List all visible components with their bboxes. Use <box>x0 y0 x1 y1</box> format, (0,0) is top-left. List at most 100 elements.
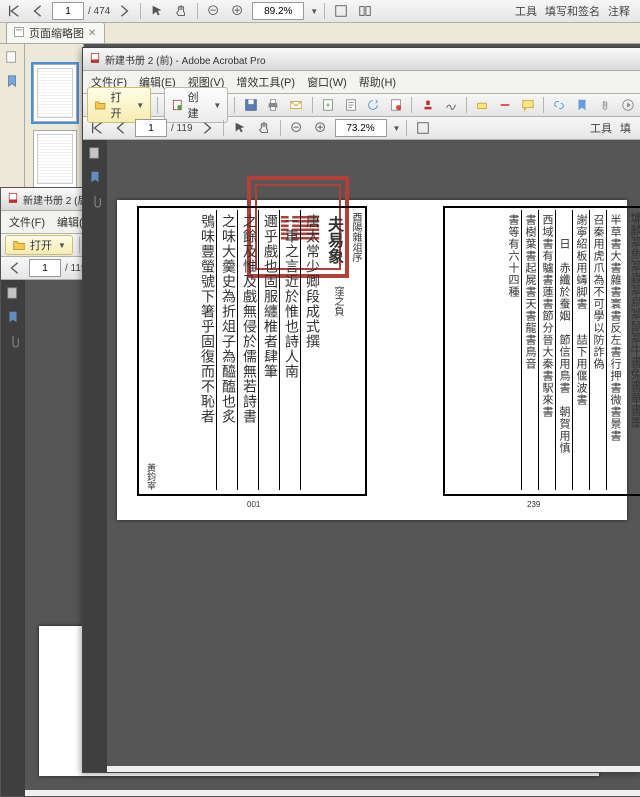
link-button[interactable] <box>550 95 569 115</box>
zoom-in-button[interactable] <box>311 118 331 138</box>
pages-panel-icon[interactable] <box>5 50 19 64</box>
next-page-button[interactable] <box>114 1 134 21</box>
reading-mode-button[interactable] <box>355 1 375 21</box>
pdf-icon <box>7 192 19 207</box>
fit-width-button[interactable] <box>413 118 433 138</box>
save-button[interactable] <box>241 95 260 115</box>
delete-page-button[interactable] <box>387 95 406 115</box>
highlight-button[interactable] <box>473 95 492 115</box>
left-col-3: 邇乎戲也固服纏椎者肆筆 <box>258 210 279 490</box>
pointer-tool-button[interactable] <box>230 118 250 138</box>
close-tab-icon[interactable]: ✕ <box>88 28 96 39</box>
prev-page-button[interactable] <box>5 258 25 278</box>
menu-file[interactable]: 文件(F) <box>5 214 49 230</box>
bookmarks-panel-icon[interactable] <box>5 74 19 88</box>
zoom-input[interactable] <box>252 2 304 20</box>
rotate-button[interactable] <box>364 95 383 115</box>
right-side-label: 墉麟篆魚篆蟲篆鳥篆鼠篆牛書兔書華書墨 <box>628 212 640 428</box>
page-number-input[interactable] <box>135 119 167 137</box>
zoom-input[interactable] <box>335 119 387 137</box>
page-total-label: / 474 <box>88 6 110 17</box>
pointer-tool-button[interactable] <box>147 1 167 21</box>
left-side-small: 窪之負 <box>330 286 345 316</box>
fill-link-partial[interactable]: 填 <box>620 120 631 136</box>
thumbnail-2[interactable] <box>33 130 77 188</box>
hand-tool-button[interactable] <box>254 118 274 138</box>
left-side-large: 夫易象 <box>321 216 345 264</box>
open-label: 打开 <box>30 237 52 253</box>
right-col-6: 書樹葉書起屍書天書龍書鳥音 <box>521 210 538 490</box>
right-col-5: 西域書有驢書蓮書節分晉大秦書駅來書 <box>538 210 555 490</box>
first-page-button[interactable] <box>87 118 107 138</box>
right-col-7: 書等有六十四種 <box>505 210 521 490</box>
zoom-out-button[interactable] <box>204 1 224 21</box>
w2-side-rail <box>1 280 25 796</box>
left-author: 黃鈞宰 <box>145 463 158 490</box>
stamp-button[interactable] <box>418 95 437 115</box>
tools-link[interactable]: 工具 <box>590 120 612 136</box>
zoom-dropdown-icon[interactable]: ▼ <box>393 124 401 133</box>
left-col-1: 唐太常少卿段成式撰 <box>300 210 321 490</box>
foot-239: 239 <box>527 500 540 509</box>
thumbnails-tab-label: 页面缩略图 <box>29 25 84 41</box>
page-total-label: / 119 <box>171 123 193 134</box>
attachments-panel-icon[interactable] <box>6 334 20 348</box>
attachments-panel-icon[interactable] <box>88 194 102 208</box>
foot-001: 001 <box>247 500 260 509</box>
left-col-4: 之餘及惟及戲無侵於儒無若詩書 <box>237 210 258 490</box>
right-col-3: 謝寧紹板用蝳脚書 喆下用偃波書 <box>572 210 589 490</box>
comment-link[interactable]: 注释 <box>608 3 630 19</box>
hand-tool-button[interactable] <box>171 1 191 21</box>
fill-sign-link[interactable]: 填写和签名 <box>545 3 600 19</box>
tools-link[interactable]: 工具 <box>515 3 537 19</box>
page-number-input[interactable] <box>29 259 61 277</box>
next-page-button[interactable] <box>197 118 217 138</box>
export-pdf-button[interactable] <box>318 95 337 115</box>
left-col-5: 之味大羹史為折俎子為醯醢也炙 <box>216 210 237 490</box>
menu-help[interactable]: 帮助(H) <box>355 74 400 90</box>
pages-panel-icon[interactable] <box>88 146 102 160</box>
prev-page-button[interactable] <box>28 1 48 21</box>
first-page-button[interactable] <box>4 1 24 21</box>
w3-page-1: ䷁䷀ 酉陽雜俎序 夫易象 窪之負 唐太常少卿段成式撰 一車之言近於惟也詩人南 邇… <box>117 200 627 520</box>
right-col-4: 日 赤纖於蚕姻 節信用鳥書 朝賀用慎 <box>555 210 572 490</box>
edit-text-button[interactable] <box>341 95 360 115</box>
w3-side-rail <box>83 140 107 772</box>
bookmark-button[interactable] <box>573 95 592 115</box>
left-col-6: 鴞味豐螢號下箸乎固復而不恥者 <box>196 210 216 490</box>
multimedia-button[interactable] <box>618 95 637 115</box>
right-col-1: 半草書大書雜書寰書反左書行押書微書景書 <box>606 210 623 490</box>
print-button[interactable] <box>264 95 283 115</box>
open-button[interactable]: 打开▼ <box>5 235 73 255</box>
zoom-out-button[interactable] <box>287 118 307 138</box>
zoom-dropdown-icon[interactable]: ▼ <box>310 7 318 16</box>
menu-plugins[interactable]: 增效工具(P) <box>232 74 299 90</box>
w3-title: 新建书册 2 (前) - Adobe Acrobat Pro <box>105 52 266 67</box>
left-page-heading: 酉陽雜俎序 <box>348 212 363 262</box>
base-toolbar-nav: / 474 ▼ 工具 填写和签名 注释 <box>0 0 640 23</box>
fit-width-button[interactable] <box>331 1 351 21</box>
note-button[interactable] <box>518 95 537 115</box>
w3-document-area: ䷁䷀ 酉陽雜俎序 夫易象 窪之負 唐太常少卿段成式撰 一車之言近於惟也詩人南 邇… <box>107 140 640 766</box>
create-button[interactable]: 创建▼ <box>164 87 228 123</box>
prev-page-button[interactable] <box>111 118 131 138</box>
left-col-2: 一車之言近於惟也詩人南 <box>279 210 300 490</box>
page-number-input[interactable] <box>52 2 84 20</box>
w3-toolbar-nav: / 119 ▼ 工具 填 <box>83 117 640 140</box>
signature-button[interactable] <box>441 95 460 115</box>
menu-window[interactable]: 窗口(W) <box>303 74 351 90</box>
thumbnails-icon <box>13 26 25 41</box>
right-col-2: 召秦用虎爪為不可學以防詐偽 <box>589 210 606 490</box>
thumbnails-tab[interactable]: 页面缩略图 ✕ <box>6 22 105 43</box>
pdf-icon <box>89 52 101 67</box>
bookmarks-panel-icon[interactable] <box>88 170 102 184</box>
pages-panel-icon[interactable] <box>6 286 20 300</box>
w3-toolbar-main: 打开▼ 创建▼ <box>83 94 640 117</box>
thumbnail-1[interactable] <box>33 64 77 122</box>
attach-button[interactable] <box>596 95 615 115</box>
bookmarks-panel-icon[interactable] <box>6 310 20 324</box>
mail-button[interactable] <box>287 95 306 115</box>
zoom-in-button[interactable] <box>228 1 248 21</box>
base-right-links: 工具 填写和签名 注释 <box>515 3 636 19</box>
strikeout-button[interactable] <box>496 95 515 115</box>
